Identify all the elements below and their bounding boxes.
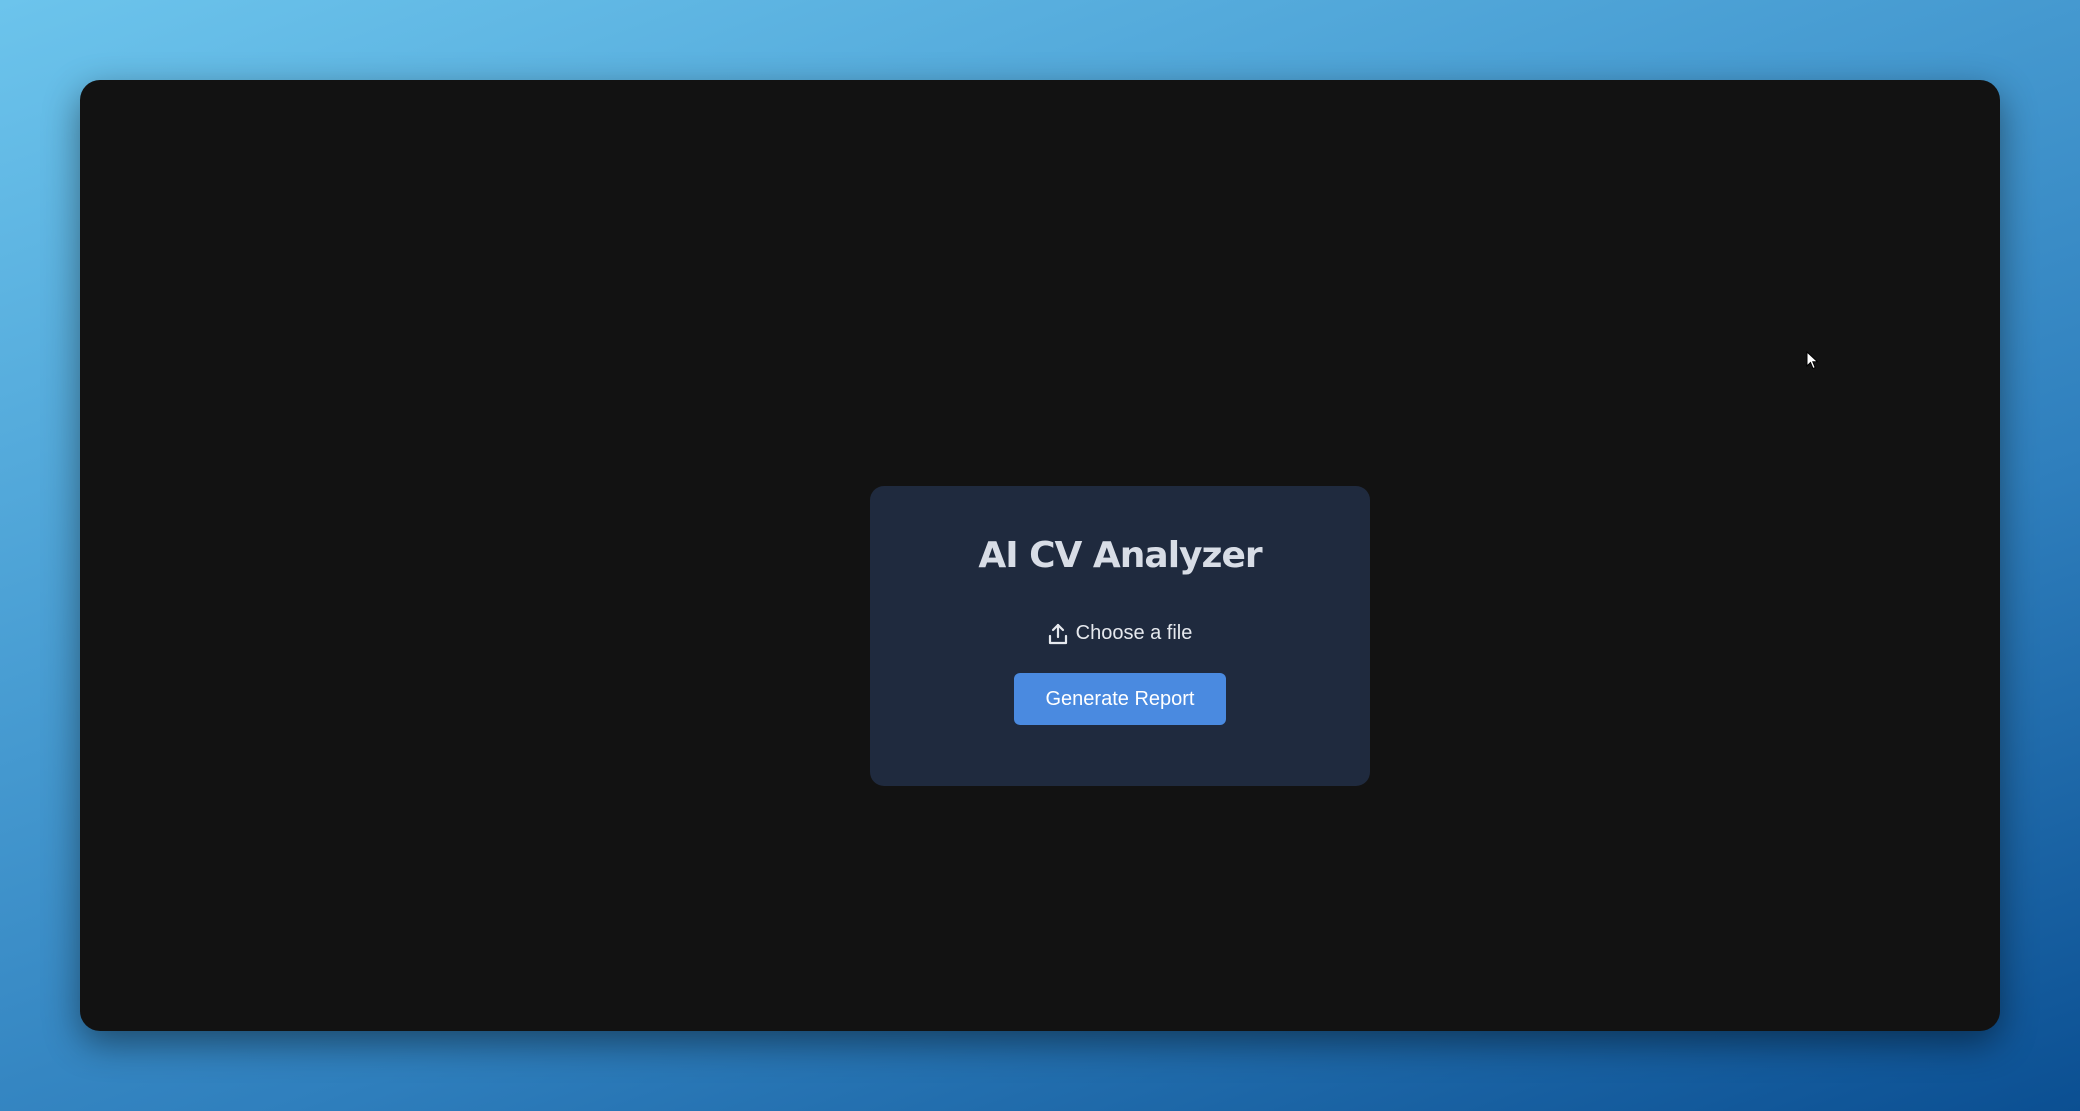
- app-window: AI CV Analyzer Choose a file Generate Re…: [80, 80, 2000, 1031]
- generate-report-button[interactable]: Generate Report: [1014, 673, 1226, 725]
- upload-card: AI CV Analyzer Choose a file Generate Re…: [870, 486, 1370, 786]
- choose-file-label: Choose a file: [1075, 622, 1193, 644]
- upload-icon: [1048, 623, 1068, 645]
- page-title: AI CV Analyzer: [978, 535, 1262, 576]
- mouse-cursor-icon: [1806, 351, 1819, 370]
- choose-file-button[interactable]: Choose a file: [1048, 622, 1193, 645]
